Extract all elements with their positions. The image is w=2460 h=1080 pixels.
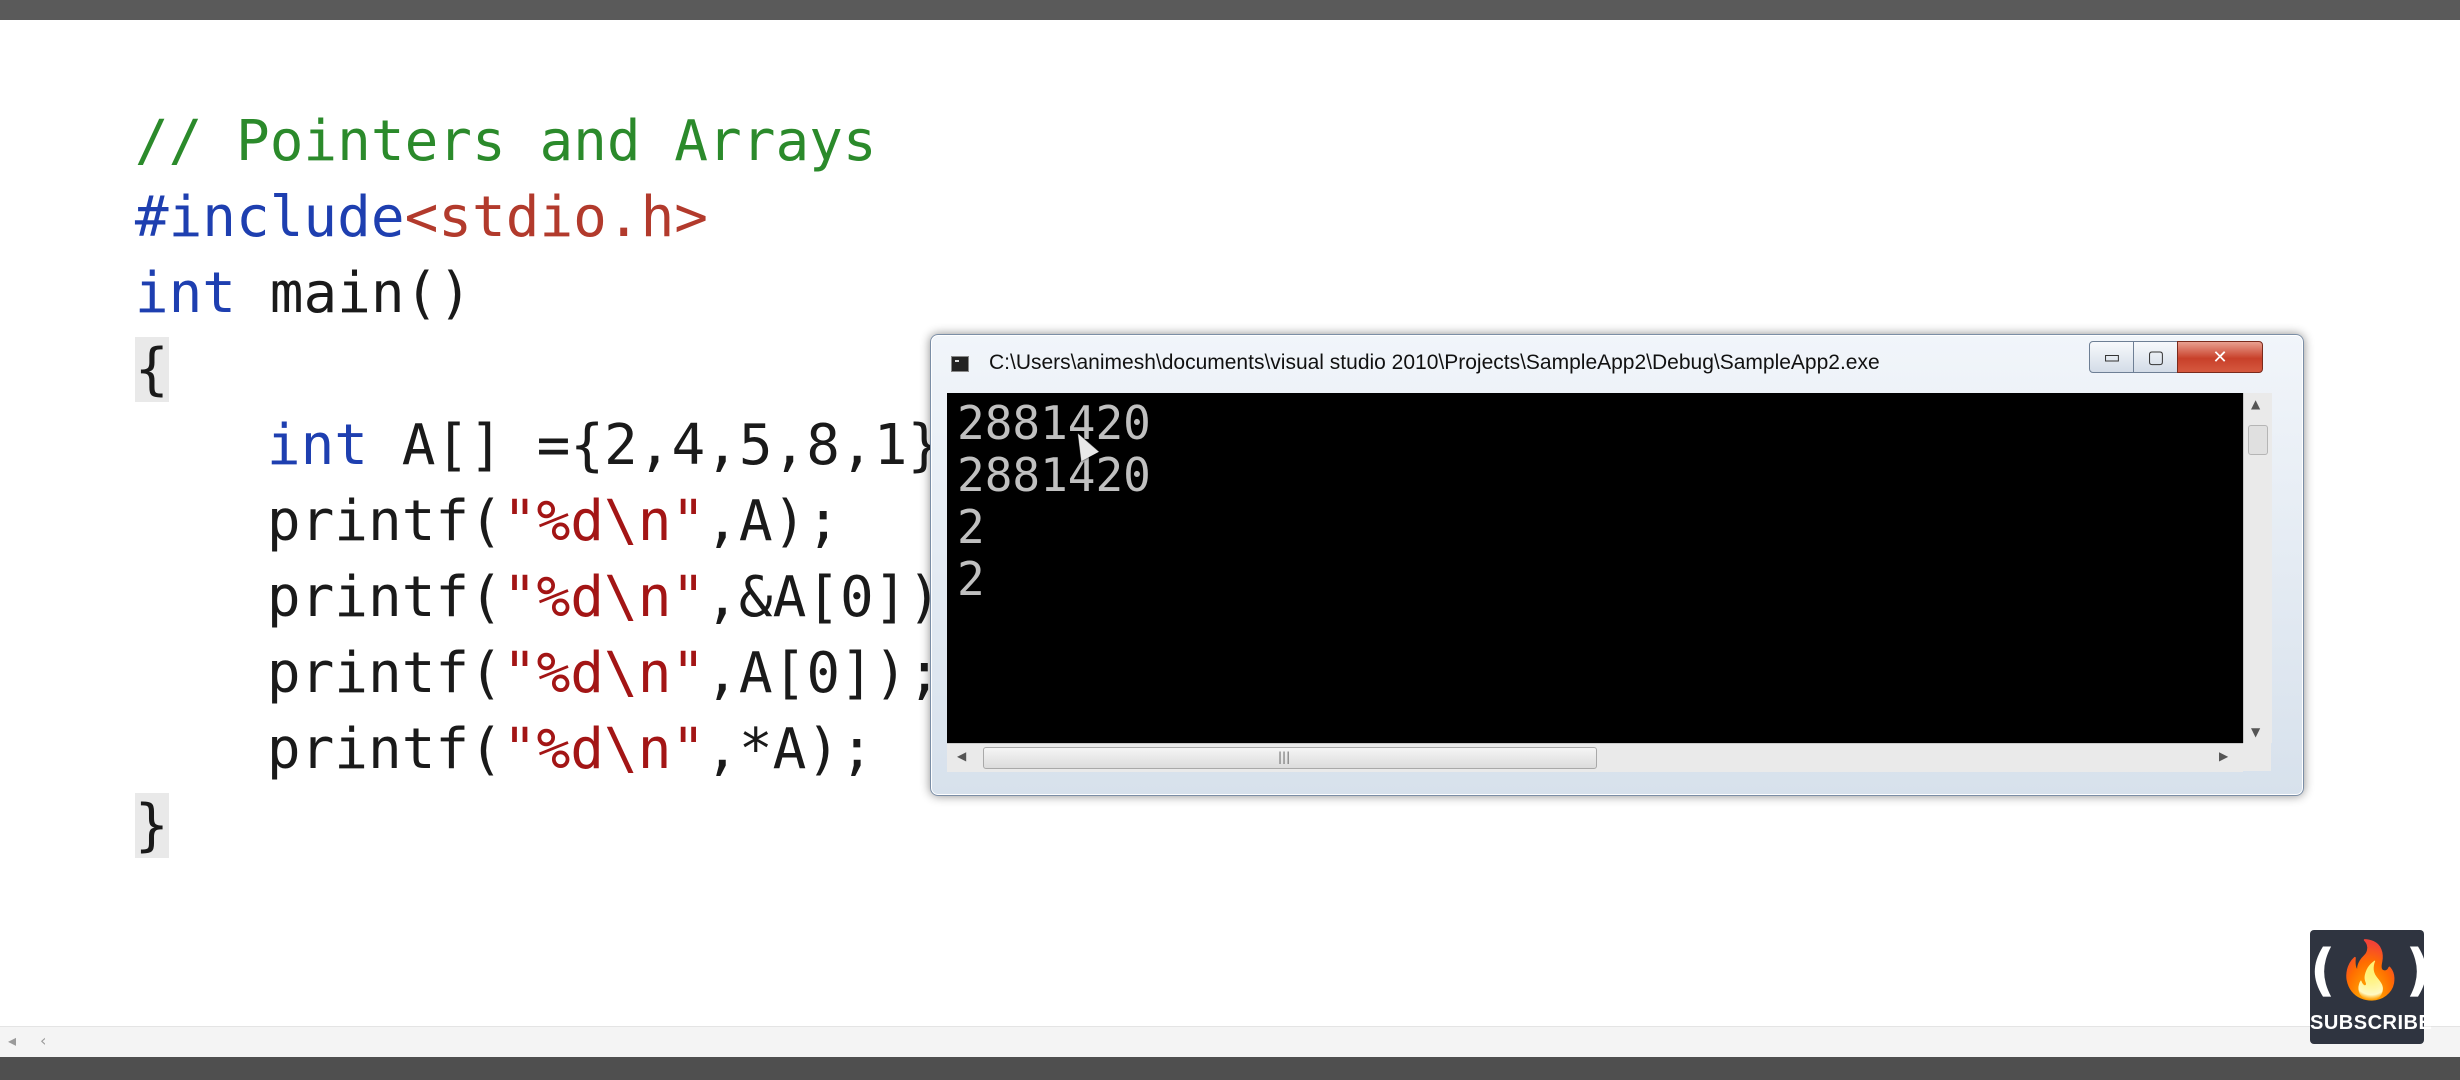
console-titlebar[interactable]: C:\Users\animesh\documents\visual studio… (931, 335, 2303, 393)
close-brace: } (134, 793, 169, 858)
scroll-up-icon[interactable]: ▲ (2251, 397, 2260, 411)
code-line-include: #include<stdio.h> (0, 104, 708, 250)
output-line: 2881420 (957, 396, 1151, 450)
scroll-right-icon[interactable]: ▶ (2219, 749, 2228, 763)
console-title: C:\Users\animesh\documents\visual studio… (989, 351, 1880, 374)
horizontal-scrollbar[interactable]: ◀ ||| ▶ (947, 743, 2243, 772)
scroll-grip-icon: ||| (1278, 750, 1291, 764)
scroll-down-icon[interactable]: ▼ (2251, 725, 2260, 739)
console-output-area[interactable]: 2881420 2881420 2 2 (947, 393, 2243, 743)
code-line-comment: // Pointers and Arrays (0, 28, 877, 174)
code-line-array-decl: int A[] ={2,4,5,8,1}; (0, 332, 975, 478)
printf-call: printf( (266, 717, 503, 782)
maximize-button[interactable]: ▢ (2133, 341, 2179, 373)
main-signature: main() (236, 261, 473, 326)
flame-logo-icon: (🔥) (2310, 938, 2431, 1003)
format-string: "%d\n" (502, 717, 706, 782)
subscribe-label: SUBSCRIBE (2310, 1012, 2433, 1034)
output-line: 2881420 (957, 448, 1151, 502)
resize-corner[interactable] (2243, 743, 2271, 771)
code-line-close-brace: } (0, 712, 169, 858)
console-app-icon[interactable] (951, 356, 969, 372)
output-line: 2 (957, 500, 985, 554)
code-line-printf-2: printf("%d\n",&A[0]); (0, 484, 975, 630)
code-line-printf-4: printf("%d\n",*A); (0, 636, 874, 782)
code-line-main: int main() (0, 180, 472, 326)
vertical-scroll-thumb[interactable] (2248, 425, 2268, 455)
subscribe-badge[interactable]: (🔥) SUBSCRIBE (2310, 930, 2433, 1044)
editor-horizontal-scrollbar[interactable]: ◂ ‹ (0, 1026, 2460, 1057)
scroll-left-icon[interactable]: ◂ (8, 1031, 16, 1050)
console-window[interactable]: C:\Users\animesh\documents\visual studio… (930, 334, 2304, 796)
scroll-left-small-icon[interactable]: ‹ (40, 1031, 46, 1050)
horizontal-scroll-thumb[interactable]: ||| (983, 747, 1597, 769)
code-line-printf-3: printf("%d\n",A[0]); (0, 560, 941, 706)
scroll-left-icon[interactable]: ◀ (957, 749, 966, 763)
output-line: 2 (957, 552, 985, 606)
bottom-frame-bar (0, 1057, 2460, 1080)
code-line-printf-1: printf("%d\n",A); (0, 408, 840, 554)
vertical-scrollbar[interactable]: ▲ ▼ (2243, 393, 2272, 743)
close-button[interactable]: ✕ (2177, 341, 2263, 373)
minimize-button[interactable]: ▭ (2089, 341, 2135, 373)
code-line-open-brace: { (0, 256, 169, 402)
printf-args: ,*A); (705, 717, 874, 782)
